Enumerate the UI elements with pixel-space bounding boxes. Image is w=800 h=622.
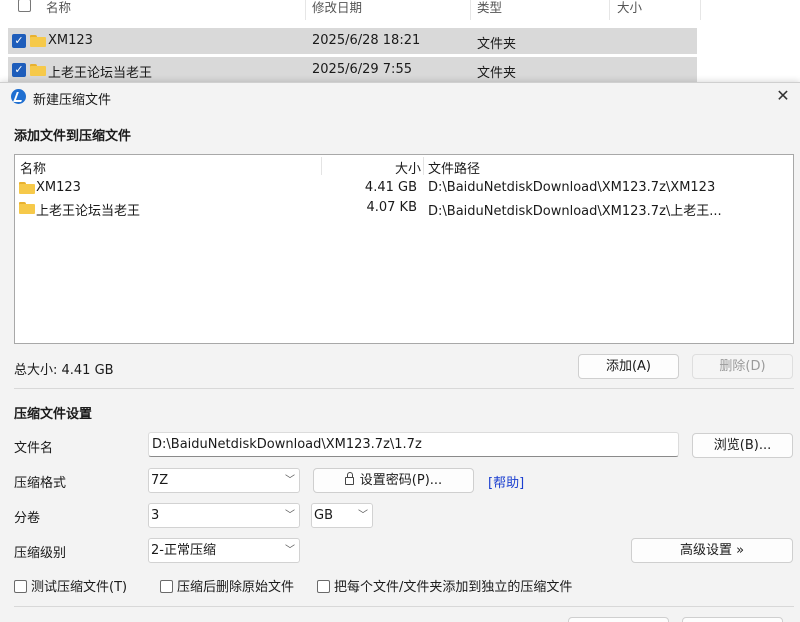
- column-type[interactable]: 类型: [477, 0, 502, 16]
- total-size: 总大小: 4.41 GB: [14, 363, 114, 378]
- separate-archives-checkbox[interactable]: 把每个文件/文件夹添加到独立的压缩文件: [317, 576, 572, 595]
- row-name: XM123: [48, 33, 93, 48]
- cancel-button[interactable]: [682, 617, 783, 622]
- help-link[interactable]: [帮助]: [488, 472, 524, 491]
- set-password-label: 设置密码(P)...: [359, 473, 443, 488]
- checkbox-box[interactable]: [160, 580, 173, 593]
- column-separator: [609, 0, 610, 20]
- row-name: 上老王论坛当老王: [48, 66, 153, 81]
- folder-icon: [30, 35, 46, 47]
- volume-label: 分卷: [14, 511, 41, 526]
- volume-unit-select[interactable]: GB ﹀: [311, 503, 373, 528]
- checkbox-checked-icon[interactable]: ✓: [12, 34, 26, 48]
- lock-icon: [344, 472, 354, 485]
- chevron-down-icon: ﹀: [285, 475, 295, 486]
- row-date: 2025/6/28 18:21: [312, 33, 421, 48]
- dialog-titlebar[interactable]: 新建压缩文件 ✕: [0, 83, 800, 111]
- file-name: XM123: [36, 180, 81, 195]
- checkbox-box[interactable]: [317, 580, 330, 593]
- column-separator: [700, 0, 701, 20]
- folder-icon: [19, 182, 35, 194]
- checkbox-checked-icon[interactable]: ✓: [12, 63, 26, 77]
- file-path: D:\BaiduNetdiskDownload\XM123.7z\XM123: [428, 180, 716, 195]
- row-type: 文件夹: [477, 66, 517, 81]
- set-password-button[interactable]: 设置密码(P)...: [313, 468, 474, 493]
- explorer-header: 名称 修改日期 类型 大小: [0, 0, 701, 22]
- file-size: 4.07 KB: [366, 200, 417, 215]
- volume-unit: GB: [314, 508, 333, 523]
- header-path[interactable]: 文件路径: [428, 158, 480, 177]
- advanced-settings-button[interactable]: 高级设置 »: [631, 538, 793, 563]
- header-size[interactable]: 大小: [395, 158, 421, 177]
- file-list-row[interactable]: 上老王论坛当老王 4.07 KB D:\BaiduNetdiskDownload…: [15, 198, 793, 219]
- delete-after-checkbox[interactable]: 压缩后删除原始文件: [160, 576, 294, 595]
- column-separator: [470, 0, 471, 20]
- explorer-row[interactable]: ✓ 上老王论坛当老王 2025/6/29 7:55 文件夹: [8, 57, 697, 83]
- ok-button[interactable]: [568, 617, 669, 622]
- test-archive-label: 测试压缩文件(T): [31, 580, 128, 595]
- column-name[interactable]: 名称: [46, 0, 71, 16]
- volume-size-select[interactable]: 3 ﹀: [148, 503, 300, 528]
- file-list-row[interactable]: XM123 4.41 GB D:\BaiduNetdiskDownload\XM…: [15, 178, 793, 198]
- file-size: 4.41 GB: [364, 180, 417, 195]
- format-value: 7Z: [151, 473, 169, 488]
- select-all-checkbox[interactable]: [18, 0, 31, 12]
- header-name[interactable]: 名称: [20, 158, 46, 177]
- level-value: 2-正常压缩: [151, 543, 216, 558]
- settings-section-title: 压缩文件设置: [14, 407, 93, 422]
- column-size[interactable]: 大小: [617, 0, 642, 16]
- level-label: 压缩级别: [14, 546, 67, 561]
- filename-label: 文件名: [14, 441, 54, 456]
- file-list-header: 名称 大小 文件路径: [15, 155, 793, 177]
- format-select[interactable]: 7Z ﹀: [148, 468, 300, 493]
- row-type: 文件夹: [477, 37, 517, 52]
- new-archive-dialog: 新建压缩文件 ✕ 添加文件到压缩文件 名称 大小 文件路径 XM123 4.41…: [0, 82, 800, 622]
- explorer-row[interactable]: ✓ XM123 2025/6/28 18:21 文件夹: [8, 28, 697, 54]
- folder-icon: [30, 64, 46, 76]
- footer-divider: [14, 606, 794, 607]
- file-name: 上老王论坛当老王: [36, 204, 141, 219]
- folder-icon: [19, 202, 35, 214]
- column-separator: [305, 0, 306, 20]
- delete-button[interactable]: 删除(D): [692, 354, 793, 379]
- close-icon[interactable]: ✕: [772, 85, 794, 107]
- separate-archives-label: 把每个文件/文件夹添加到独立的压缩文件: [334, 580, 573, 595]
- browse-button[interactable]: 浏览(B)...: [692, 433, 793, 458]
- delete-after-label: 压缩后删除原始文件: [177, 580, 295, 595]
- dialog-title: 新建压缩文件: [33, 93, 112, 108]
- add-files-section-title: 添加文件到压缩文件: [14, 129, 132, 144]
- format-label: 压缩格式: [14, 476, 67, 491]
- volume-value: 3: [151, 508, 160, 523]
- column-separator: [321, 157, 322, 175]
- file-path: D:\BaiduNetdiskDownload\XM123.7z\上老王...: [428, 204, 722, 219]
- app-icon: [11, 89, 26, 104]
- file-list[interactable]: 名称 大小 文件路径 XM123 4.41 GB D:\BaiduNetdisk…: [14, 154, 794, 344]
- test-archive-checkbox[interactable]: 测试压缩文件(T): [14, 576, 127, 595]
- filename-input[interactable]: D:\BaiduNetdiskDownload\XM123.7z\1.7z: [148, 432, 679, 457]
- row-date: 2025/6/29 7:55: [312, 62, 412, 77]
- chevron-down-icon: ﹀: [285, 545, 295, 556]
- add-button[interactable]: 添加(A): [578, 354, 679, 379]
- column-date[interactable]: 修改日期: [312, 0, 362, 16]
- chevron-down-icon: ﹀: [285, 510, 295, 521]
- checkbox-box[interactable]: [14, 580, 27, 593]
- chevron-down-icon: ﹀: [358, 510, 368, 521]
- section-divider: [14, 388, 794, 389]
- column-separator: [423, 157, 424, 175]
- level-select[interactable]: 2-正常压缩 ﹀: [148, 538, 300, 563]
- explorer-background: 名称 修改日期 类型 大小 ✓ XM123 2025/6/28 18:21 文件…: [0, 0, 800, 90]
